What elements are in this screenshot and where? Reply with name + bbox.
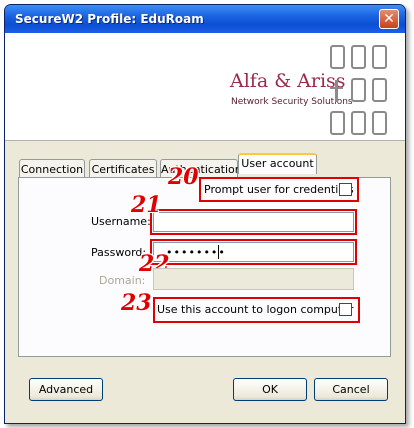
password-value: •••••••• bbox=[166, 246, 226, 259]
tab-connection[interactable]: Connection bbox=[19, 159, 85, 178]
dialog-window: SecureW2 Profile: EduRoam ✕ Alfa & Ariss… bbox=[4, 4, 406, 424]
prompt-checkbox[interactable] bbox=[339, 183, 352, 196]
banner: Alfa & Ariss Network Security Solutions bbox=[5, 33, 405, 141]
logon-checkbox[interactable] bbox=[339, 303, 352, 316]
cancel-button[interactable]: Cancel bbox=[314, 378, 388, 401]
domain-input bbox=[153, 268, 354, 290]
tab-user-account[interactable]: User account bbox=[238, 153, 317, 174]
brand-name: Alfa & Ariss bbox=[230, 70, 346, 92]
close-icon: ✕ bbox=[383, 11, 395, 27]
tab-certificates[interactable]: Certificates bbox=[89, 159, 157, 178]
annotation-20: 20 bbox=[168, 164, 199, 190]
domain-label: Domain: bbox=[99, 274, 146, 287]
title-bar[interactable]: SecureW2 Profile: EduRoam ✕ bbox=[5, 5, 405, 33]
close-button[interactable]: ✕ bbox=[379, 9, 399, 29]
prompt-label: Prompt user for credentials bbox=[204, 183, 354, 196]
annotation-21: 21 bbox=[131, 192, 162, 218]
advanced-button[interactable]: Advanced bbox=[29, 378, 103, 401]
window-title: SecureW2 Profile: EduRoam bbox=[15, 12, 204, 26]
tab-panel-user-account bbox=[18, 177, 391, 357]
text-caret bbox=[218, 245, 219, 259]
username-input[interactable] bbox=[153, 212, 354, 232]
annotation-23: 23 bbox=[121, 290, 152, 316]
logon-label: Use this account to logon computer bbox=[157, 303, 354, 316]
ok-button[interactable]: OK bbox=[233, 378, 307, 401]
password-label: Password: bbox=[91, 246, 147, 259]
